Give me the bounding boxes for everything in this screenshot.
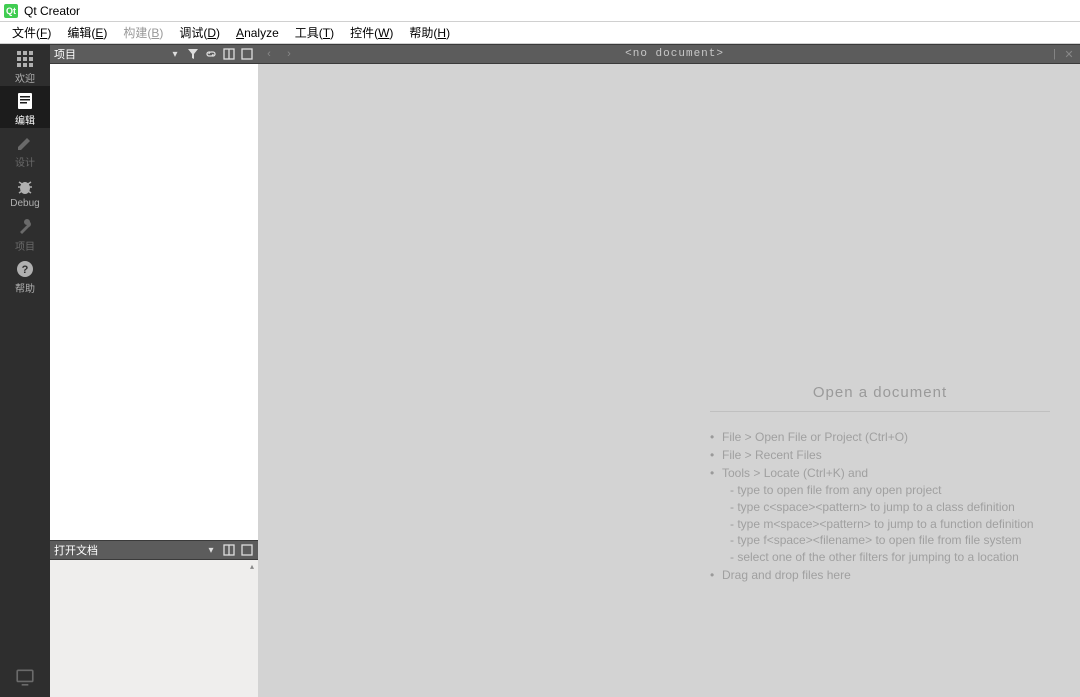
close-panel-icon[interactable] <box>240 47 254 61</box>
mode-label: 项目 <box>15 238 35 253</box>
nav-back-icon[interactable]: ‹ <box>262 47 276 61</box>
filter-icon[interactable] <box>186 47 200 61</box>
menu-file[interactable]: 文件(F) <box>4 22 59 43</box>
nav-forward-icon[interactable]: › <box>282 47 296 61</box>
empty-editor-placeholder: Open a document File > Open File or Proj… <box>710 384 1050 584</box>
chevron-down-icon[interactable]: ▾ <box>204 543 218 557</box>
output-monitor-icon[interactable] <box>0 657 50 697</box>
open-docs-panel-header: 打开文档 ▾ <box>50 540 258 560</box>
mode-debug[interactable]: Debug <box>0 170 50 212</box>
menu-help[interactable]: 帮助(H) <box>401 22 458 43</box>
divider <box>710 411 1050 412</box>
menu-analyze[interactable]: Analyze <box>228 24 287 42</box>
bug-icon <box>16 178 34 196</box>
scroll-up-icon[interactable]: ▴ <box>246 560 258 572</box>
window-title: Qt Creator <box>24 4 80 18</box>
hint-item: Drag and drop files here <box>710 566 1050 584</box>
projects-tree[interactable] <box>50 64 258 540</box>
hint-item: Tools > Locate (Ctrl+K) and <box>710 464 1050 482</box>
mode-welcome[interactable]: 欢迎 <box>0 44 50 86</box>
mode-label: Debug <box>10 198 39 209</box>
projects-panel-header: 项目 ▾ <box>50 44 258 64</box>
split-icon[interactable] <box>222 543 236 557</box>
mode-label: 帮助 <box>15 280 35 295</box>
grid-icon <box>16 50 34 68</box>
mode-bar: 欢迎 编辑 设计 Debug 项目 ? <box>0 44 50 697</box>
pencil-icon <box>16 134 34 152</box>
svg-text:?: ? <box>22 264 29 276</box>
mode-label: 编辑 <box>15 112 35 127</box>
chevron-down-icon[interactable]: ▾ <box>168 47 182 61</box>
open-docs-list[interactable]: ▴ <box>50 560 258 697</box>
link-icon[interactable] <box>204 47 218 61</box>
mode-edit[interactable]: 编辑 <box>0 86 50 128</box>
split-icon[interactable] <box>222 47 236 61</box>
mode-projects[interactable]: 项目 <box>0 212 50 254</box>
menu-widgets[interactable]: 控件(W) <box>342 22 401 43</box>
menu-bar: 文件(F) 编辑(E) 构建(B) 调试(D) Analyze 工具(T) 控件… <box>0 22 1080 44</box>
mode-design[interactable]: 设计 <box>0 128 50 170</box>
title-bar: Qt Qt Creator <box>0 0 1080 22</box>
help-icon: ? <box>16 260 34 278</box>
panel-title: 打开文档 <box>54 542 98 558</box>
qt-app-icon: Qt <box>4 4 18 18</box>
hint-subitem: type c<space><pattern> to jump to a clas… <box>710 499 1050 516</box>
hint-subitem: type to open file from any open project <box>710 482 1050 499</box>
hint-item: File > Recent Files <box>710 446 1050 464</box>
side-panel: 项目 ▾ 打开文档 ▾ ▴ <box>50 44 258 697</box>
menu-build[interactable]: 构建(B) <box>115 22 171 43</box>
separator: | <box>1053 48 1056 60</box>
placeholder-heading: Open a document <box>710 384 1050 401</box>
document-icon <box>16 92 34 110</box>
document-label: <no document> <box>302 48 1047 60</box>
hint-item: File > Open File or Project (Ctrl+O) <box>710 428 1050 446</box>
editor-toolbar: ‹ › <no document> | ✕ <box>258 44 1080 64</box>
menu-edit[interactable]: 编辑(E) <box>59 22 115 43</box>
mode-label: 设计 <box>15 154 35 169</box>
hint-subitem: type f<space><filename> to open file fro… <box>710 532 1050 549</box>
close-doc-icon[interactable]: ✕ <box>1062 48 1076 61</box>
hint-subitem: select one of the other filters for jump… <box>710 549 1050 566</box>
close-panel-icon[interactable] <box>240 543 254 557</box>
editor-area: ‹ › <no document> | ✕ Open a document Fi… <box>258 44 1080 697</box>
menu-tools[interactable]: 工具(T) <box>287 22 342 43</box>
hint-subitem: type m<space><pattern> to jump to a func… <box>710 516 1050 533</box>
wrench-icon <box>16 218 34 236</box>
panel-title: 项目 <box>54 46 76 62</box>
mode-label: 欢迎 <box>15 70 35 85</box>
projects-panel: 项目 ▾ <box>50 44 258 540</box>
open-docs-panel: 打开文档 ▾ ▴ <box>50 540 258 697</box>
mode-help[interactable]: ? 帮助 <box>0 254 50 296</box>
menu-debug[interactable]: 调试(D) <box>171 22 228 43</box>
